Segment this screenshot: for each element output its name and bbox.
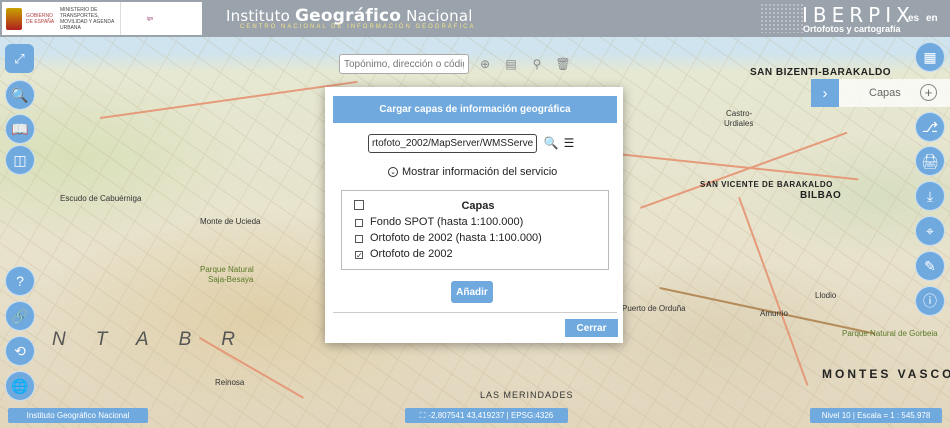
place-label: Llodio — [815, 291, 837, 300]
coordinates-text: -2,807541 43,419237 | EPSG:4326 — [428, 411, 554, 420]
layer-label: Fondo SPOT (hasta 1:100.000) — [370, 216, 524, 228]
place-label: SAN BIZENTI-BARAKALDO — [750, 67, 892, 78]
region-label: LAS MERINDADES — [480, 390, 574, 400]
info-icon: ⓘ — [923, 293, 937, 309]
share-button[interactable]: ⟲ — [5, 336, 35, 366]
place-label: Urdiales — [724, 119, 754, 128]
compare-button[interactable]: ◫ — [5, 145, 35, 175]
search-button[interactable]: 🔍 — [5, 80, 35, 110]
download-icon: ⤓ — [926, 187, 934, 204]
split-view-icon: ◫ — [13, 151, 27, 168]
chevron-right-icon: › — [822, 84, 828, 102]
place-label: Escudo de Cabuérniga — [60, 194, 142, 203]
place-label: BILBAO — [800, 190, 842, 201]
globe-icon: 🌐 — [11, 377, 29, 394]
place-label: Monte de Ucieda — [200, 217, 261, 226]
ign-small-logo: ign — [120, 2, 179, 35]
footer-attribution[interactable]: Instituto Geográfico Nacional — [8, 408, 148, 423]
route-icon: ⎇ — [921, 118, 939, 135]
scale-readout: Nivel 10 | Escala = 1 : 545.978 — [810, 408, 942, 423]
printer-icon: 🖨 — [921, 152, 939, 169]
region-label: NTABR — [52, 329, 265, 350]
print-button[interactable]: 🖨 — [915, 146, 945, 176]
show-info-label: Mostrar información del servicio — [402, 166, 558, 178]
info-button[interactable]: ⓘ — [915, 286, 945, 316]
download-button[interactable]: ⤓ — [915, 181, 945, 211]
locate-button[interactable]: ⌖ — [915, 216, 945, 246]
dialog-title: Cargar capas de información geográfica — [333, 96, 617, 123]
gov-logo-text: GOBIERNO DE ESPAÑA — [26, 12, 55, 25]
load-layers-dialog: Cargar capas de información geográfica 🔍… — [325, 87, 623, 343]
route-button[interactable]: ⎇ — [915, 112, 945, 142]
expand-icon: ⤢ — [14, 50, 25, 66]
search-icon: 🔍 — [11, 86, 29, 103]
government-logos[interactable]: GOBIERNO DE ESPAÑA MINISTERIO DE TRANSPO… — [2, 2, 202, 35]
search-service-icon[interactable]: 🔍 — [544, 135, 559, 151]
title-suffix: Nacional — [401, 7, 473, 25]
title-main: Geográfico — [295, 6, 402, 26]
language-en-link[interactable]: en — [926, 13, 938, 24]
region-label: MONTES VASCO — [822, 367, 950, 381]
help-button[interactable]: ? — [5, 266, 35, 296]
add-layer-icon[interactable]: + — [920, 84, 937, 101]
layers-header: Capas — [461, 200, 495, 212]
question-icon: ? — [16, 273, 24, 289]
layer-label: Ortofoto de 2002 — [370, 248, 453, 260]
book-button[interactable]: 📖 — [5, 114, 35, 144]
cursor-icon: ⛶ — [419, 410, 426, 420]
trash-icon[interactable]: 🗑 — [555, 56, 571, 72]
close-button[interactable]: Cerrar — [565, 319, 618, 337]
grid-icon: ▦ — [923, 48, 937, 65]
share-icon: ⟲ — [14, 342, 26, 359]
layer-checkbox-fondo-spot[interactable] — [355, 219, 363, 227]
show-service-info-toggle[interactable]: ⌄ Mostrar información del servicio — [388, 166, 557, 178]
layer-label: Ortofoto de 2002 (hasta 1:100.000) — [370, 232, 542, 244]
layer-checkbox-ortofoto-2002-limited[interactable] — [355, 235, 363, 243]
coat-of-arms-icon — [6, 7, 22, 30]
language-es-link[interactable]: es — [908, 13, 919, 24]
globe-button[interactable]: 🌐 — [5, 371, 35, 401]
service-url-input[interactable] — [368, 134, 537, 153]
measure-button[interactable]: ✎ — [915, 251, 945, 281]
crosshair-icon: ⌖ — [926, 222, 934, 239]
toponym-search-input[interactable] — [339, 54, 469, 74]
place-label: Amurrio — [760, 309, 789, 318]
road — [100, 80, 358, 119]
ministry-logo-text: MINISTERIO DE TRANSPORTES, MOVILIDAD Y A… — [60, 6, 115, 31]
place-label: Puerto de Orduña — [622, 304, 686, 313]
layers-stack-icon[interactable]: ▤ — [503, 56, 519, 72]
place-label: SAN VICENTE DE BARAKALDO — [700, 180, 833, 189]
brand-subtitle: Ortofotos y cartografía — [803, 24, 901, 34]
map-book-icon: 📖 — [11, 120, 29, 137]
place-label: Saja-Besaya — [208, 275, 254, 284]
place-label: Reinosa — [215, 378, 245, 387]
link-icon: 🔗 — [11, 307, 29, 324]
place-label: Parque Natural — [200, 265, 254, 274]
fullscreen-button[interactable]: ⤢ — [5, 44, 34, 73]
link-button[interactable]: 🔗 — [5, 301, 35, 331]
place-label: Parque Natural de Gorbeia — [842, 329, 938, 338]
iberia-dot-map-icon — [760, 3, 804, 33]
layers-toggle-button[interactable]: › — [811, 79, 839, 107]
layers-panel-title: Capas — [869, 87, 901, 99]
ign-title[interactable]: Instituto Geográfico Nacional — [226, 6, 473, 26]
marker-icon[interactable]: ⚲ — [529, 56, 545, 72]
ign-subtitle: CENTRO NACIONAL DE INFORMACIÓN GEOGRÁFIC… — [240, 24, 476, 30]
coordinates-readout: ⛶ -2,807541 43,419237 | EPSG:4326 — [405, 408, 568, 423]
basemaps-button[interactable]: ▦ — [915, 42, 945, 72]
layers-list: Capas Fondo SPOT (hasta 1:100.000) Ortof… — [341, 190, 609, 270]
add-button[interactable]: Añadir — [451, 281, 493, 303]
dialog-divider — [333, 312, 617, 313]
app-header: GOBIERNO DE ESPAÑA MINISTERIO DE TRANSPO… — [0, 0, 950, 37]
geolocate-icon[interactable]: ⊕ — [477, 56, 493, 72]
layer-checkbox-ortofoto-2002[interactable]: ✓ — [355, 251, 363, 260]
ruler-icon: ✎ — [924, 257, 936, 274]
chevron-down-circle-icon: ⌄ — [388, 167, 398, 177]
service-list-icon[interactable]: ☰ — [562, 135, 576, 151]
title-prefix: Instituto — [226, 7, 296, 25]
place-label: Castro- — [726, 109, 753, 118]
road — [738, 197, 809, 386]
